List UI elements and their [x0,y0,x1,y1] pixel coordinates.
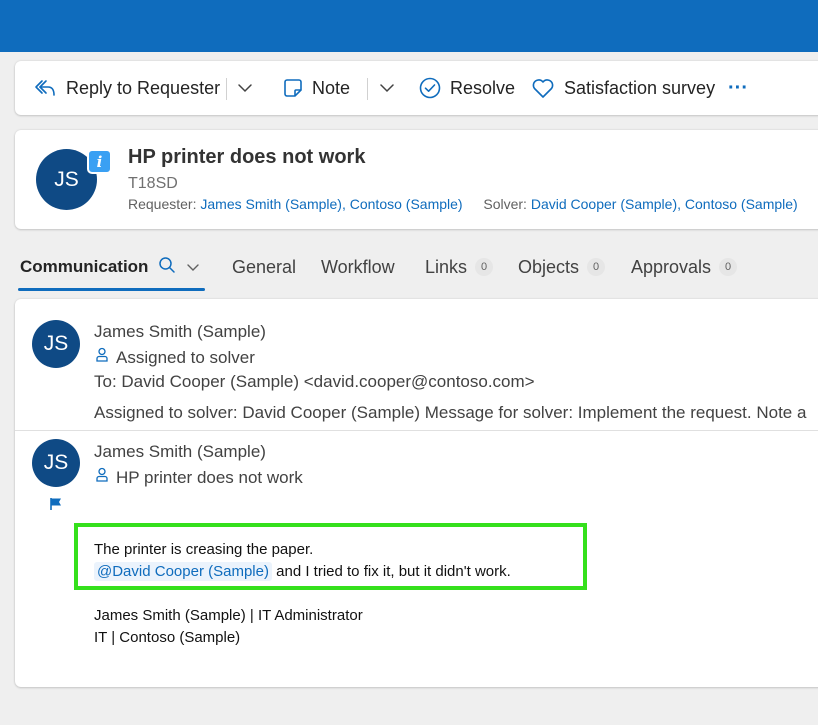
count-badge: 0 [475,258,494,276]
message-author: James Smith (Sample) [94,442,266,461]
message-body-line: The printer is creasing the paper. [94,541,314,558]
reply-icon [34,78,56,98]
message-subject: Assigned to solver [116,347,255,367]
toolbar-divider [367,78,368,100]
more-icon: ··· [728,76,748,99]
message-recipient: To: David Cooper (Sample) <david.cooper@… [94,372,535,391]
reply-to-requester-button[interactable]: Reply to Requester [34,61,220,115]
ticket-title: HP printer does not work [128,146,366,168]
message-body-line: @David Cooper (Sample) and I tried to fi… [94,562,511,581]
satisfaction-survey-button[interactable]: Satisfaction survey [531,61,715,115]
avatar: JS [32,320,80,368]
tab-links[interactable]: Links 0 [425,255,494,279]
reply-options-dropdown[interactable] [237,61,253,115]
mention-link[interactable]: @David Cooper (Sample) [94,562,272,581]
heart-icon [531,78,555,99]
note-options-dropdown[interactable] [379,61,395,115]
ticket-header: JS i HP printer does not work T18SD Requ… [15,130,818,229]
ticket-people: Requester: James Smith (Sample), Contoso… [128,196,798,212]
note-button[interactable]: Note [283,61,350,115]
command-toolbar: Reply to Requester Note Resolve Satisfac… [15,61,818,115]
toolbar-divider [226,78,227,100]
signature-line: James Smith (Sample) | IT Administrator [94,607,363,624]
top-app-bar [0,0,818,52]
avatar-initials: JS [43,332,69,355]
solver-label: Solver: [483,196,527,212]
info-icon: i [87,149,112,174]
tab-approvals[interactable]: Approvals 0 [631,255,738,279]
chevron-down-icon [237,83,253,93]
message-subject-row: Assigned to solver [94,347,255,368]
resolve-label: Resolve [450,77,516,98]
message-preview: Assigned to solver: David Cooper (Sample… [94,403,807,422]
tab-label: Communication [20,257,149,276]
count-badge: 0 [587,258,606,276]
requester-label: Requester: [128,196,197,212]
avatar-initials: JS [43,451,69,474]
message-subject: HP printer does not work [116,467,303,487]
note-icon [283,78,303,98]
search-icon[interactable] [158,256,176,279]
note-label: Note [312,77,351,98]
message-author: James Smith (Sample) [94,322,266,341]
tab-label: Links [425,256,468,277]
tab-communication[interactable]: Communication [20,255,200,279]
reply-label: Reply to Requester [66,77,221,98]
message-subject-row: HP printer does not work [94,467,303,488]
avatar: JS [32,439,80,487]
survey-label: Satisfaction survey [564,77,716,98]
checkmark-circle-icon [419,77,441,99]
person-icon [94,347,110,368]
requester-link[interactable]: James Smith (Sample), Contoso (Sample) [200,196,462,212]
more-actions-button[interactable]: ··· [728,61,748,115]
chevron-down-icon[interactable] [186,257,200,277]
tab-label: Objects [518,256,580,277]
avatar-initials: JS [54,167,79,191]
solver-link[interactable]: David Cooper (Sample), Contoso (Sample) [531,196,798,212]
tab-label: General [232,256,297,277]
count-badge: 0 [719,258,738,276]
tab-general[interactable]: General [232,255,296,279]
ticket-id: T18SD [128,175,178,192]
tab-label: Approvals [631,256,712,277]
communication-feed: JS James Smith (Sample) Assigned to solv… [15,299,818,687]
tab-objects[interactable]: Objects 0 [518,255,606,279]
flag-icon[interactable] [49,497,63,516]
divider [15,430,818,431]
signature-line: IT | Contoso (Sample) [94,629,241,646]
person-icon [94,467,110,488]
message-body-text: and I tried to fix it, but it didn't wor… [276,563,511,580]
resolve-button[interactable]: Resolve [419,61,515,115]
tab-workflow[interactable]: Workflow [321,255,395,279]
chevron-down-icon [379,83,395,93]
tab-label: Workflow [321,256,395,277]
active-tab-indicator [18,288,205,291]
